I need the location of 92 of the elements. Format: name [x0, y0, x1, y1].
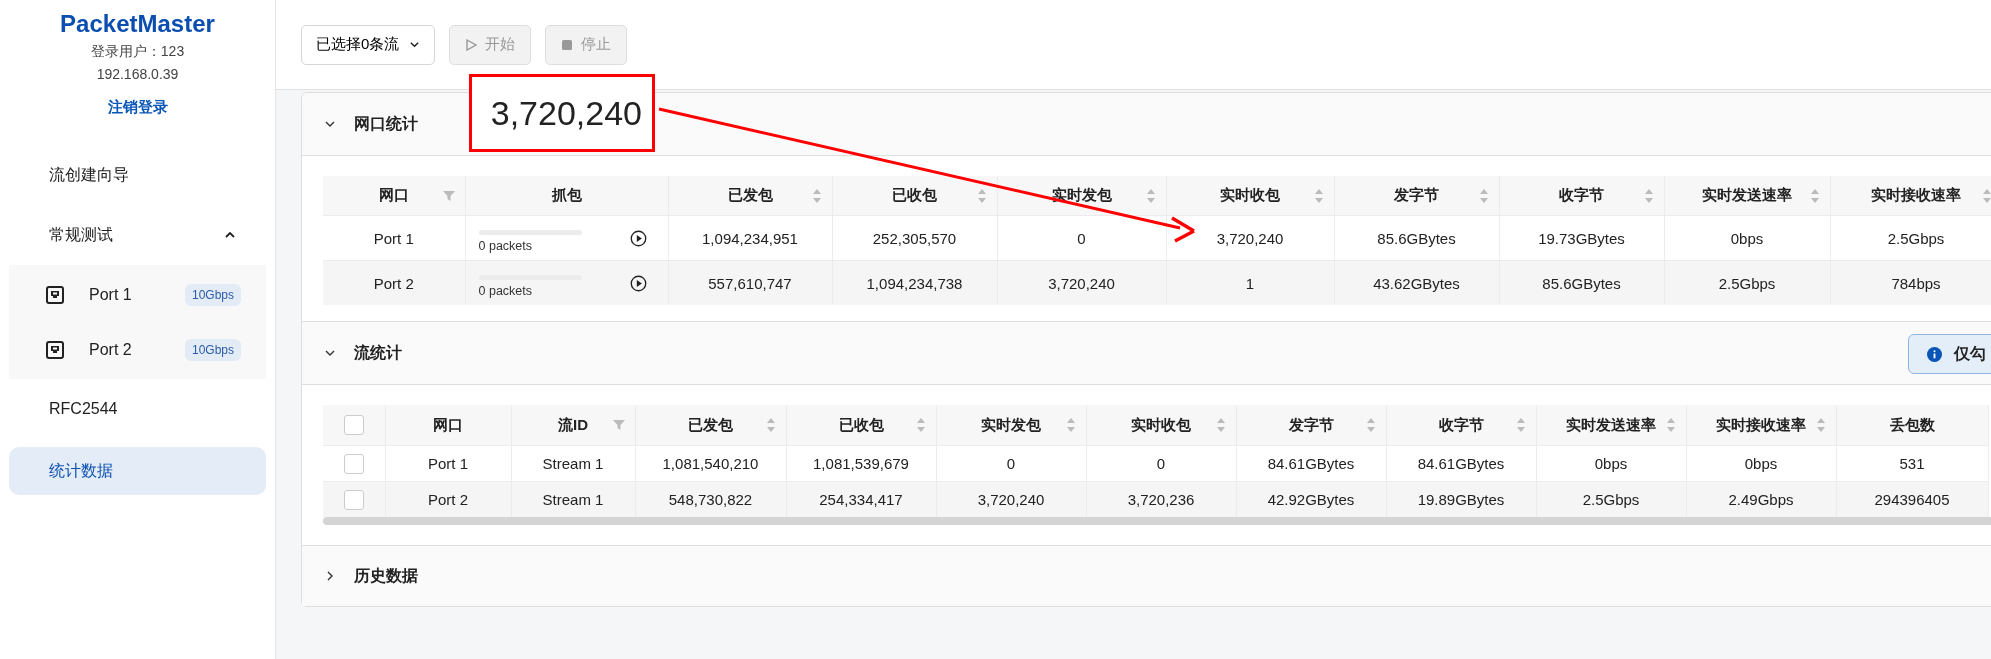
column-header[interactable]: 已发包 [668, 176, 832, 216]
table-cell: Port 2 [385, 481, 511, 517]
sort-icon [765, 417, 776, 433]
section-header[interactable]: 流统计 仅勾 [302, 321, 1991, 384]
table-cell: 2.49Gbps [1686, 481, 1836, 517]
column-header[interactable]: 实时接收速率 [1686, 405, 1836, 446]
table-cell: 294396405 [1836, 481, 1988, 517]
sort-icon [915, 417, 926, 433]
column-header[interactable]: 实时收包 [1166, 176, 1334, 216]
column-header: 网口 [385, 405, 511, 446]
sort-icon [976, 187, 987, 204]
column-header[interactable]: 已发包 [635, 405, 786, 446]
filter-icon [442, 189, 455, 202]
select-all-checkbox[interactable] [343, 415, 364, 435]
menu-item[interactable]: 流创建向导 [9, 145, 266, 205]
table-cell: 254,334,417 [786, 481, 936, 517]
speed-badge: 10Gbps [184, 338, 241, 361]
info-icon [1927, 346, 1942, 362]
table-cell: 43.62GBytes [1334, 260, 1499, 305]
packet-count: 0 packets [478, 283, 533, 298]
section-title: 流统计 [354, 342, 402, 363]
speed-badge: 10Gbps [184, 283, 241, 306]
menu-group[interactable]: 常规测试 [9, 205, 266, 265]
annotation-callout: 3,720,240 [469, 74, 655, 152]
sort-icon [1665, 417, 1676, 433]
column-header[interactable]: 发字节 [1236, 405, 1386, 446]
sort-icon [1809, 187, 1820, 204]
table-cell: 2.5Gbps [1536, 481, 1686, 517]
table-cell: 3,720,240 [997, 260, 1166, 305]
packet-count: 0 packets [478, 238, 533, 253]
ethernet-port-icon [45, 284, 65, 305]
table-cell: 19.89GBytes [1386, 481, 1536, 517]
sort-icon [1065, 417, 1076, 433]
sort-icon [1515, 417, 1526, 433]
column-header[interactable]: 实时接收速率 [1830, 176, 1991, 216]
caret-icon [409, 39, 421, 50]
sort-icon [1815, 417, 1826, 433]
table-cell: 42.92GBytes [1236, 481, 1386, 517]
table-cell: 784bps [1830, 260, 1991, 305]
column-header[interactable]: 流ID [511, 405, 635, 446]
sort-icon [1643, 187, 1654, 204]
table-cell: 3,720,236 [1086, 481, 1236, 517]
filter-icon [612, 419, 625, 431]
table-cell: 85.6GBytes [1499, 260, 1664, 305]
column-header[interactable]: 实时发包 [936, 405, 1086, 446]
table-cell: 548,730,822 [635, 481, 786, 517]
column-header[interactable]: 实时收包 [1086, 405, 1236, 446]
column-header[interactable]: 已收包 [832, 176, 997, 216]
sort-icon [1215, 417, 1226, 433]
column-header[interactable]: 收字节 [1499, 176, 1664, 216]
column-header[interactable]: 实时发送速率 [1536, 405, 1686, 446]
logout-link[interactable]: 注销登录 [107, 98, 168, 117]
stop-icon [561, 38, 574, 51]
table-cell: 3,720,240 [936, 481, 1086, 517]
table-cell: 1 [1166, 260, 1334, 305]
sort-icon [1478, 187, 1489, 204]
table-cell: Stream 1 [511, 481, 635, 517]
ethernet-port-icon [45, 339, 65, 360]
play-button-icon[interactable] [629, 229, 647, 247]
sort-icon [1981, 187, 1991, 204]
row-checkbox[interactable] [343, 489, 364, 510]
column-header: 抓包 [465, 176, 668, 216]
column-header: 丢包数 [1836, 405, 1988, 446]
app-logo: PacketMaster [60, 10, 215, 38]
column-header[interactable]: 发字节 [1334, 176, 1499, 216]
table-cell: 557,610,747 [668, 260, 832, 305]
play-button-icon[interactable] [629, 274, 647, 292]
port-menu-item[interactable]: Port 2 10Gbps [9, 322, 266, 377]
column-header[interactable]: 实时发送速率 [1664, 176, 1830, 216]
menu-item[interactable]: 统计数据 [9, 447, 266, 495]
ip-address: 192.168.0.39 [96, 66, 179, 82]
table-cell: Port 2 [323, 260, 465, 305]
table-cell: 1,094,234,738 [832, 260, 997, 305]
section-title: 历史数据 [354, 565, 418, 586]
horizontal-scrollbar[interactable] [323, 517, 1991, 525]
play-icon [465, 38, 478, 51]
column-header[interactable]: 网口 [323, 176, 465, 216]
user-label: 登录用户：123 [90, 43, 185, 61]
port-menu-item[interactable]: Port 1 10Gbps [9, 267, 266, 322]
sort-icon [1313, 187, 1324, 204]
alert-text: 仅勾 [1954, 343, 1986, 364]
menu-item[interactable]: RFC2544 [9, 379, 266, 439]
column-header[interactable]: 已收包 [786, 405, 936, 446]
section-header[interactable]: 历史数据 [302, 545, 1991, 606]
column-header[interactable]: 收字节 [1386, 405, 1536, 446]
sort-icon [1145, 187, 1156, 204]
table-cell: 2.5Gbps [1664, 260, 1830, 305]
section-title: 网口统计 [354, 113, 418, 134]
sort-icon [811, 187, 822, 204]
stream-select-dropdown[interactable]: 已选择0条流 [301, 24, 436, 65]
row-checkbox[interactable] [343, 453, 364, 474]
sort-icon [1365, 417, 1376, 433]
